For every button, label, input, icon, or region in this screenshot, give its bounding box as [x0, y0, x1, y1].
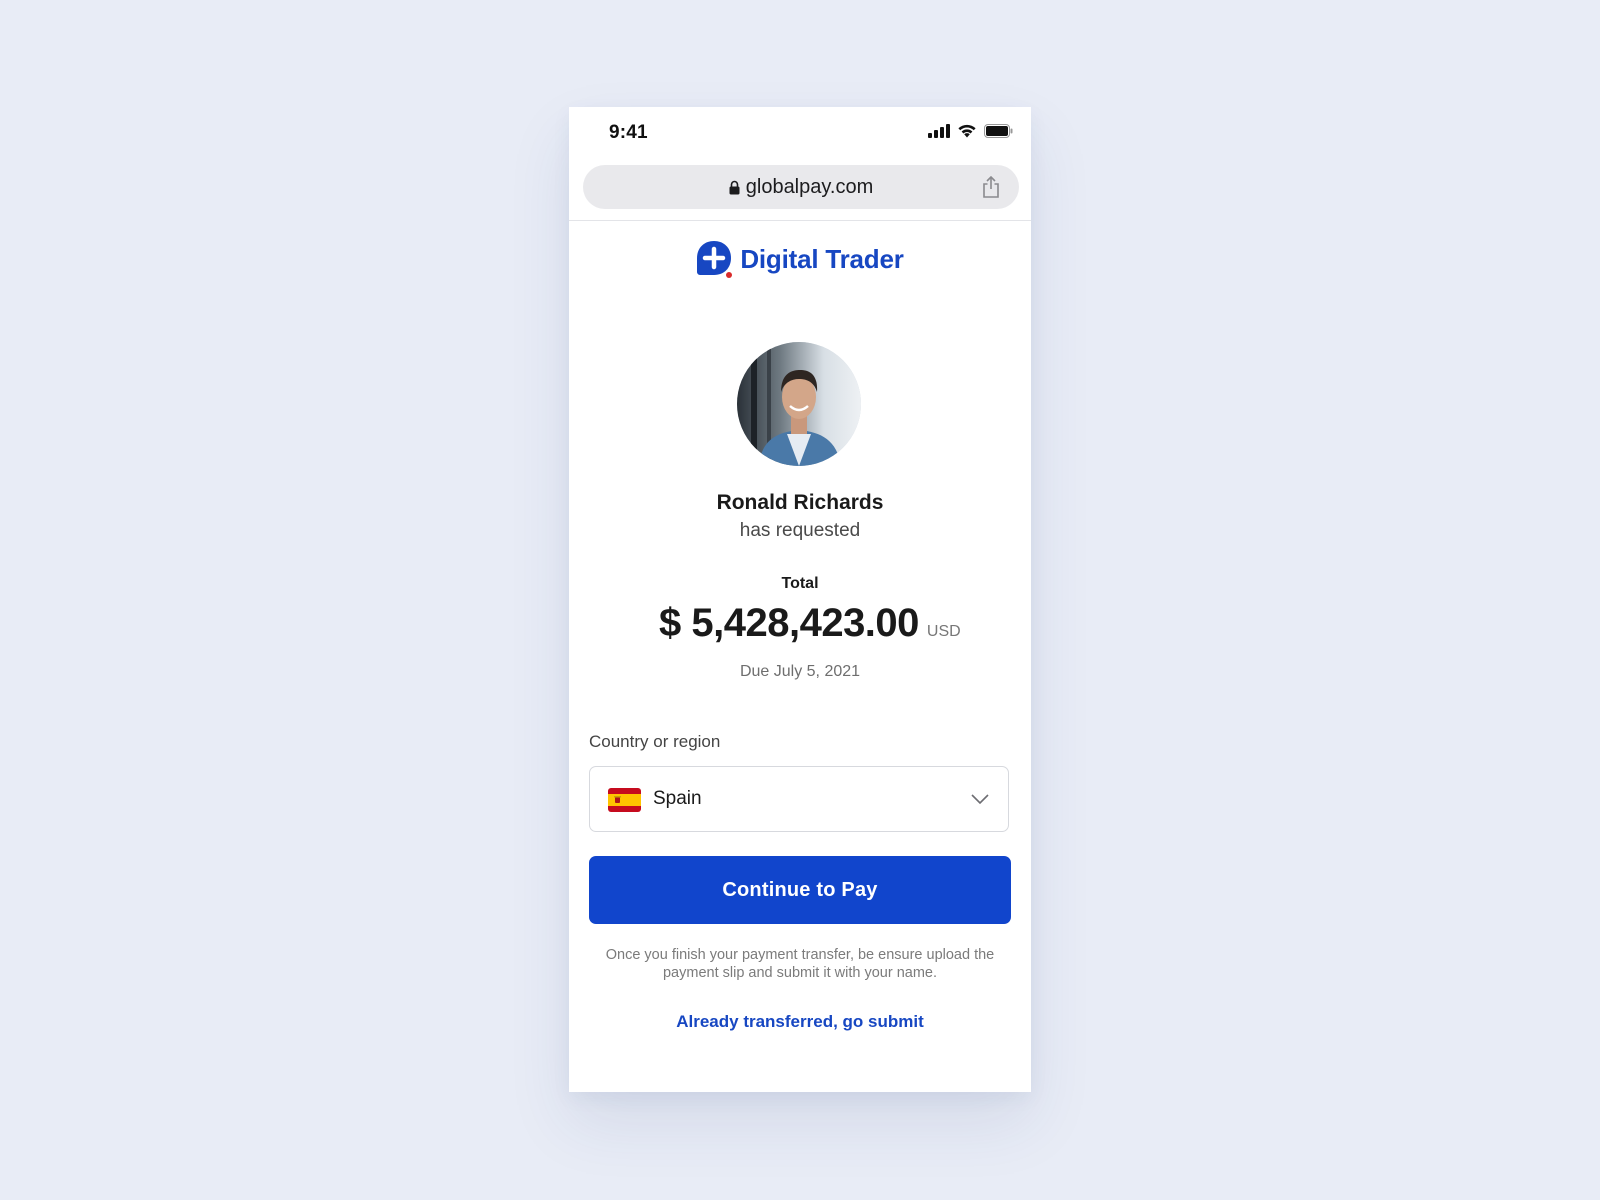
- status-time: 9:41: [609, 122, 648, 143]
- status-icons: [928, 124, 1013, 138]
- total-label: Total: [781, 575, 819, 592]
- lock-icon: [729, 180, 740, 194]
- already-transferred-link[interactable]: Already transferred, go submit: [569, 1012, 1031, 1032]
- status-bar: 9:41: [569, 107, 1031, 157]
- phone-screen: 9:41 globalpay.com Digital Trader Ronald…: [569, 107, 1031, 1092]
- continue-to-pay-button[interactable]: Continue to Pay: [589, 856, 1011, 924]
- address-bar-content: globalpay.com: [583, 165, 1019, 209]
- requester-name: Ronald Richards: [716, 491, 884, 514]
- plus-logo-icon: [697, 241, 733, 278]
- url-text: globalpay.com: [745, 175, 874, 198]
- header-divider: [569, 220, 1031, 221]
- payment-note: Once you finish your payment transfer, b…: [605, 947, 995, 981]
- wifi-icon: [958, 124, 976, 138]
- country-select[interactable]: Spain: [589, 766, 1009, 832]
- brand-logo: Digital Trader: [569, 240, 1031, 278]
- requester-avatar: [737, 342, 861, 466]
- amount-row: $ 5,428,423.00 USD: [659, 601, 961, 646]
- requested-text: has requested: [739, 520, 861, 541]
- country-label: Country or region: [589, 732, 721, 751]
- due-date: Due July 5, 2021: [739, 663, 861, 680]
- address-bar[interactable]: globalpay.com: [583, 165, 1019, 209]
- chevron-down-icon: [971, 794, 989, 805]
- battery-icon: [984, 124, 1013, 138]
- signal-icon: [928, 124, 950, 138]
- spain-flag-icon: [608, 788, 641, 812]
- currency-code: USD: [926, 623, 961, 640]
- country-value: Spain: [653, 788, 702, 809]
- share-icon[interactable]: [981, 176, 1001, 198]
- total-amount: $ 5,428,423.00: [659, 601, 919, 645]
- brand-name: Digital Trader: [740, 243, 904, 274]
